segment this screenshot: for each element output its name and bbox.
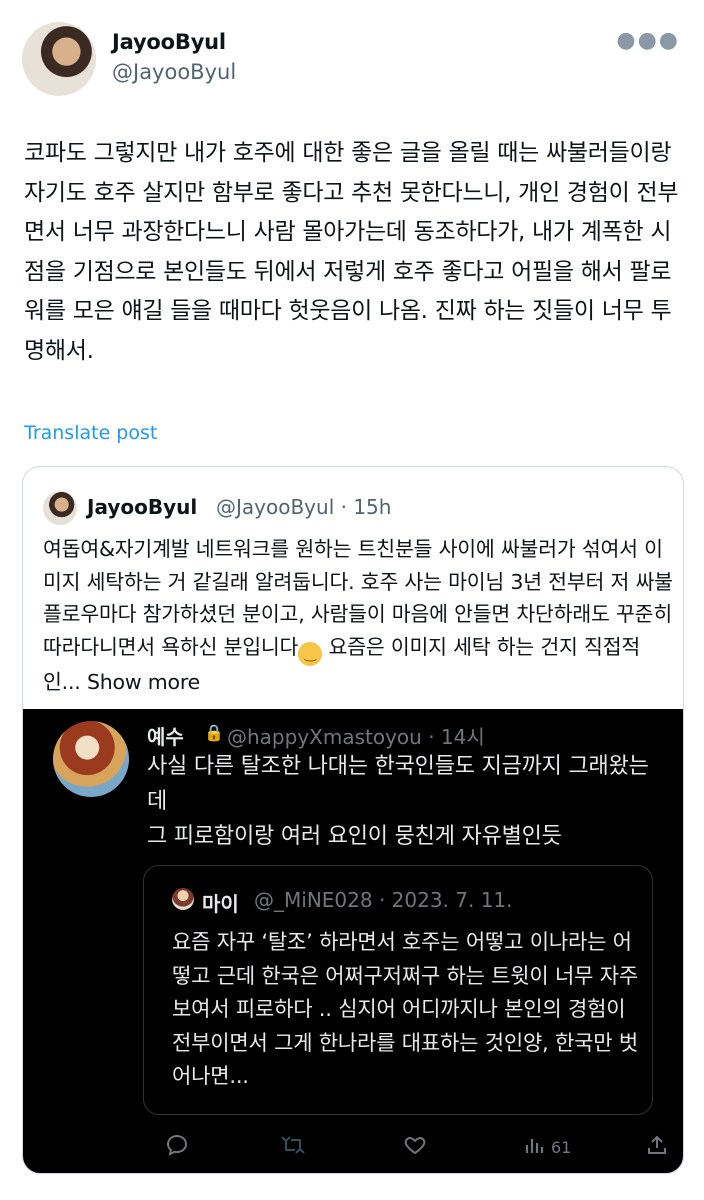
smile-emoji: ‿	[298, 641, 323, 666]
screenshot-inner-quote: 마이 @_MiNE028 · 2023. 7. 11. 요즘 자꾸 ‘탈조’ 하…	[143, 865, 653, 1115]
views-count: 61	[551, 1138, 572, 1157]
inner-quote-avatar	[172, 888, 194, 910]
tweet-text: 코파도 그렇지만 내가 호주에 대한 좋은 글을 올릴 때는 싸불러들이랑 자기…	[24, 140, 679, 364]
inner-quote-meta: @_MiNE028 · 2023. 7. 11.	[254, 888, 513, 912]
lock-icon: 🔒	[204, 723, 224, 742]
screenshot-meta: @happyXmastoyou · 14시	[227, 725, 485, 749]
inner-quote-text: 요즘 자꾸 ‘탈조’ 하라면서 호주는 어떻고 이나라는 어떻고 근데 한국은 …	[172, 930, 638, 1088]
screenshot-display-name: 예수	[147, 725, 184, 749]
screenshot-text: 사실 다른 탈조한 나대는 한국인들도 지금까지 그래왔는데 그 피로함이랑 여…	[147, 754, 649, 849]
quoted-avatar	[43, 491, 77, 525]
inner-quote-display-name: 마이	[202, 892, 239, 916]
views-icon	[523, 1133, 547, 1157]
quoted-text: 여돕여&자기계발 네트워크를 원하는 트친분들 사이에 싸불러가 섞여서 이미지…	[43, 533, 673, 698]
quoted-display-name: JayooByul	[87, 495, 198, 519]
embedded-screenshot: 예수 🔒 @happyXmastoyou · 14시 사실 다른 탈조한 나대는…	[23, 709, 683, 1173]
more-icon[interactable]: ●●●	[616, 28, 680, 53]
author-display-name[interactable]: JayooByul	[112, 30, 226, 54]
author-avatar[interactable]	[22, 22, 96, 96]
show-more-link[interactable]: Show more	[87, 670, 200, 694]
share-icon	[645, 1133, 669, 1157]
screenshot-action-bar: 61	[23, 1127, 683, 1167]
quoted-meta: @JayooByul · 15h	[216, 495, 392, 519]
like-icon	[403, 1133, 427, 1157]
screenshot-avatar	[53, 721, 129, 797]
reply-icon	[165, 1133, 189, 1157]
author-handle[interactable]: @JayooByul	[112, 60, 236, 84]
translate-post-link[interactable]: Translate post	[24, 422, 157, 444]
quoted-tweet-card[interactable]: JayooByul @JayooByul · 15h 여돕여&자기계발 네트워크…	[22, 466, 684, 1174]
retweet-icon	[281, 1133, 305, 1157]
